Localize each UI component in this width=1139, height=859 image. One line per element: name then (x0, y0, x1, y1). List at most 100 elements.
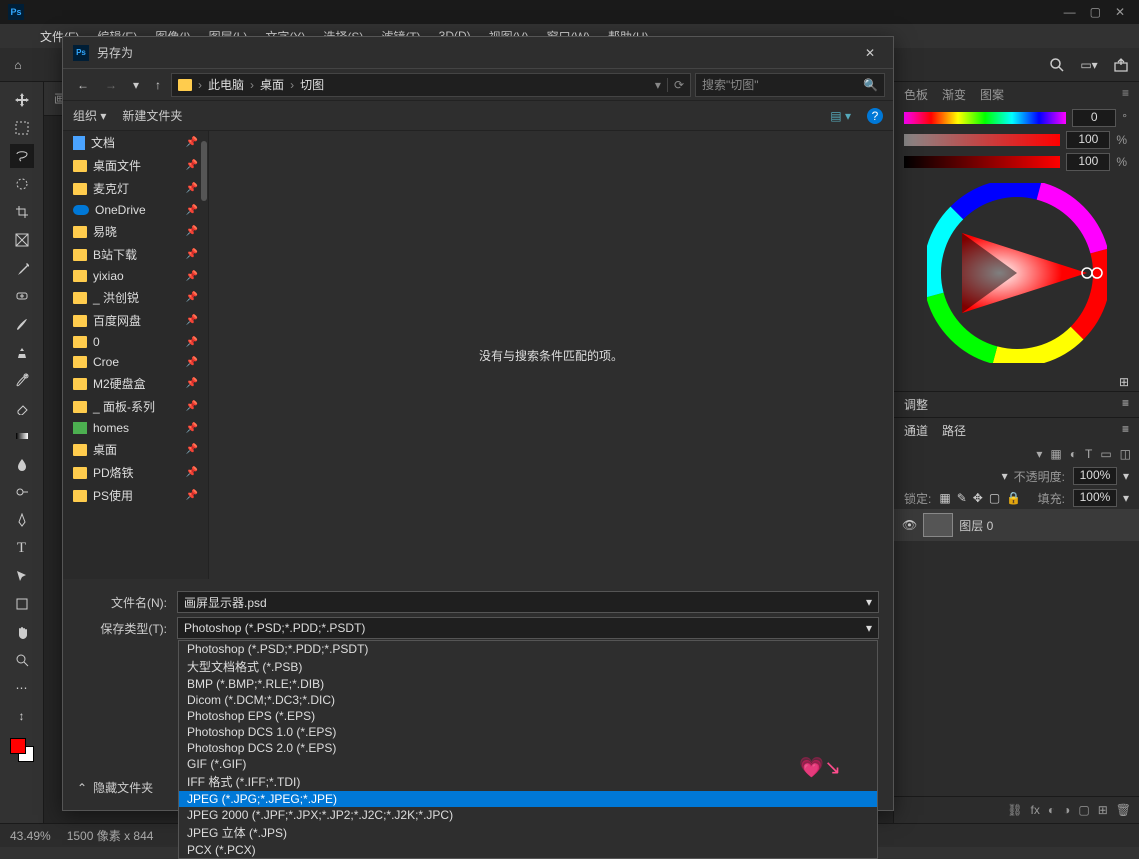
layer-type-icon[interactable]: T (1085, 447, 1092, 461)
add-swatch-icon[interactable]: ⊞ (894, 373, 1139, 391)
close-button[interactable]: ✕ (1115, 5, 1125, 19)
scrollbar-thumb[interactable] (201, 141, 207, 201)
brush-tool[interactable] (10, 312, 34, 336)
pin-icon[interactable]: 📌 (186, 423, 198, 434)
sidebar-item[interactable]: 文档📌 (63, 131, 208, 154)
marquee-tool[interactable] (10, 116, 34, 140)
filetype-option[interactable]: JPEG 立体 (*.JPS) (179, 823, 877, 842)
tab-adjustments[interactable]: 调整 (904, 396, 928, 413)
sat-value[interactable]: 100 (1066, 131, 1110, 149)
filename-input[interactable]: 画屏显示器.psd▾ (177, 591, 879, 613)
blur-tool[interactable] (10, 452, 34, 476)
tab-patterns[interactable]: 图案 (980, 86, 1004, 103)
filetype-option[interactable]: 大型文档格式 (*.PSB) (179, 657, 877, 676)
color-swatch[interactable] (10, 738, 34, 762)
bri-value[interactable]: 100 (1066, 153, 1110, 171)
shape-tool[interactable] (10, 592, 34, 616)
nav-recent-icon[interactable]: ▾ (127, 74, 145, 96)
pin-icon[interactable]: 📌 (186, 444, 198, 455)
lasso-tool[interactable] (10, 144, 34, 168)
pin-icon[interactable]: 📌 (186, 137, 198, 148)
breadcrumb-root[interactable]: 此电脑 (208, 76, 244, 93)
pin-icon[interactable]: 📌 (186, 337, 198, 348)
sidebar-item[interactable]: 桌面📌 (63, 438, 208, 461)
filetype-option[interactable]: Photoshop EPS (*.EPS) (179, 708, 877, 724)
lock-artboard-icon[interactable]: ▢ (989, 491, 1000, 505)
type-tool[interactable]: T (10, 536, 34, 560)
mask-icon[interactable]: ◐ (1048, 803, 1055, 817)
group-icon[interactable]: ▢ (1078, 803, 1089, 817)
share-icon[interactable] (1111, 55, 1131, 75)
pen-tool[interactable] (10, 508, 34, 532)
minimize-button[interactable]: — (1064, 5, 1076, 19)
sidebar-item[interactable]: OneDrive📌 (63, 200, 208, 220)
home-icon[interactable]: ⌂ (8, 55, 28, 75)
nav-up-icon[interactable]: ↑ (149, 74, 167, 96)
dodge-tool[interactable] (10, 480, 34, 504)
pin-icon[interactable]: 📌 (186, 357, 198, 368)
maximize-button[interactable]: ▢ (1090, 5, 1101, 19)
refresh-icon[interactable]: ⟳ (667, 78, 684, 92)
filter-icon[interactable]: ▾ (1036, 447, 1042, 461)
search-icon[interactable] (1047, 55, 1067, 75)
filetype-option[interactable]: Dicom (*.DCM;*.DC3;*.DIC) (179, 692, 877, 708)
filetype-option[interactable]: PCX (*.PCX) (179, 842, 877, 858)
pin-icon[interactable]: 📌 (186, 315, 198, 326)
layer-image-icon[interactable]: ▦ (1050, 447, 1061, 461)
organize-button[interactable]: 组织 ▾ (73, 107, 106, 124)
lock-all-icon[interactable]: 🔒 (1006, 491, 1021, 505)
lock-pixels-icon[interactable]: ▦ (939, 491, 950, 505)
sidebar-item[interactable]: yixiao📌 (63, 266, 208, 286)
lock-pos-icon[interactable]: ✥ (973, 491, 983, 505)
filetype-option[interactable]: JPEG (*.JPG;*.JPEG;*.JPE) (179, 791, 877, 807)
hand-tool[interactable] (10, 620, 34, 644)
opacity-value[interactable]: 100% (1073, 467, 1117, 485)
pin-icon[interactable]: 📌 (186, 401, 198, 412)
savetype-select[interactable]: Photoshop (*.PSD;*.PDD;*.PSDT)▾ Photosho… (177, 617, 879, 639)
tab-paths[interactable]: 路径 (942, 422, 966, 439)
pin-icon[interactable]: 📌 (186, 292, 198, 303)
filetype-option[interactable]: Photoshop (*.PSD;*.PDD;*.PSDT) (179, 641, 877, 657)
sidebar-item[interactable]: PS使用📌 (63, 484, 208, 507)
fx-icon[interactable]: fx (1031, 803, 1040, 817)
filetype-option[interactable]: GIF (*.GIF) (179, 756, 877, 772)
zoom-level[interactable]: 43.49% (10, 829, 51, 843)
tab-swatches[interactable]: 色板 (904, 86, 928, 103)
move-tool[interactable] (10, 88, 34, 112)
pin-icon[interactable]: 📌 (186, 271, 198, 282)
hue-value[interactable]: 0 (1072, 109, 1116, 127)
eyedropper-tool[interactable] (10, 256, 34, 280)
zoom-tool[interactable] (10, 648, 34, 672)
breadcrumb-seg2[interactable]: 切图 (300, 76, 324, 93)
sidebar-item[interactable]: _ 洪创锐📌 (63, 286, 208, 309)
sidebar-item[interactable]: Croe📌 (63, 352, 208, 372)
filetype-option[interactable]: IFF 格式 (*.IFF;*.TDI) (179, 772, 877, 791)
delete-layer-icon[interactable]: 🗑 (1116, 803, 1131, 817)
filetype-option[interactable]: Photoshop DCS 2.0 (*.EPS) (179, 740, 877, 756)
sat-slider[interactable] (904, 134, 1060, 146)
help-icon[interactable]: ? (867, 108, 883, 124)
sidebar-item[interactable]: 0📌 (63, 332, 208, 352)
address-bar[interactable]: ›此电脑 ›桌面 ›切图 ▾ ⟳ (171, 73, 691, 97)
pin-icon[interactable]: 📌 (186, 249, 198, 260)
sidebar-item[interactable]: 易晓📌 (63, 220, 208, 243)
breadcrumb-seg1[interactable]: 桌面 (260, 76, 284, 93)
filetype-option[interactable]: BMP (*.BMP;*.RLE;*.DIB) (179, 676, 877, 692)
heal-tool[interactable] (10, 284, 34, 308)
link-layers-icon[interactable]: ⛓ (1007, 803, 1022, 817)
panel-menu-icon-2[interactable]: ≡ (1122, 396, 1129, 413)
path-select-tool[interactable] (10, 564, 34, 588)
pin-icon[interactable]: 📌 (186, 467, 198, 478)
sidebar-item[interactable]: B站下载📌 (63, 243, 208, 266)
bri-slider[interactable] (904, 156, 1060, 168)
hue-slider[interactable] (904, 112, 1066, 124)
frame-tool[interactable] (10, 228, 34, 252)
layer-adjust-icon[interactable]: ◐ (1070, 447, 1077, 461)
tab-gradients[interactable]: 渐变 (942, 86, 966, 103)
lock-paint-icon[interactable]: ✎ (957, 491, 967, 505)
sidebar-item[interactable]: homes📌 (63, 418, 208, 438)
sidebar-item[interactable]: 麦克灯📌 (63, 177, 208, 200)
more-tools[interactable]: ⋯ (10, 676, 34, 700)
layer-smart-icon[interactable]: ◫ (1120, 447, 1131, 461)
fill-value[interactable]: 100% (1073, 489, 1117, 507)
